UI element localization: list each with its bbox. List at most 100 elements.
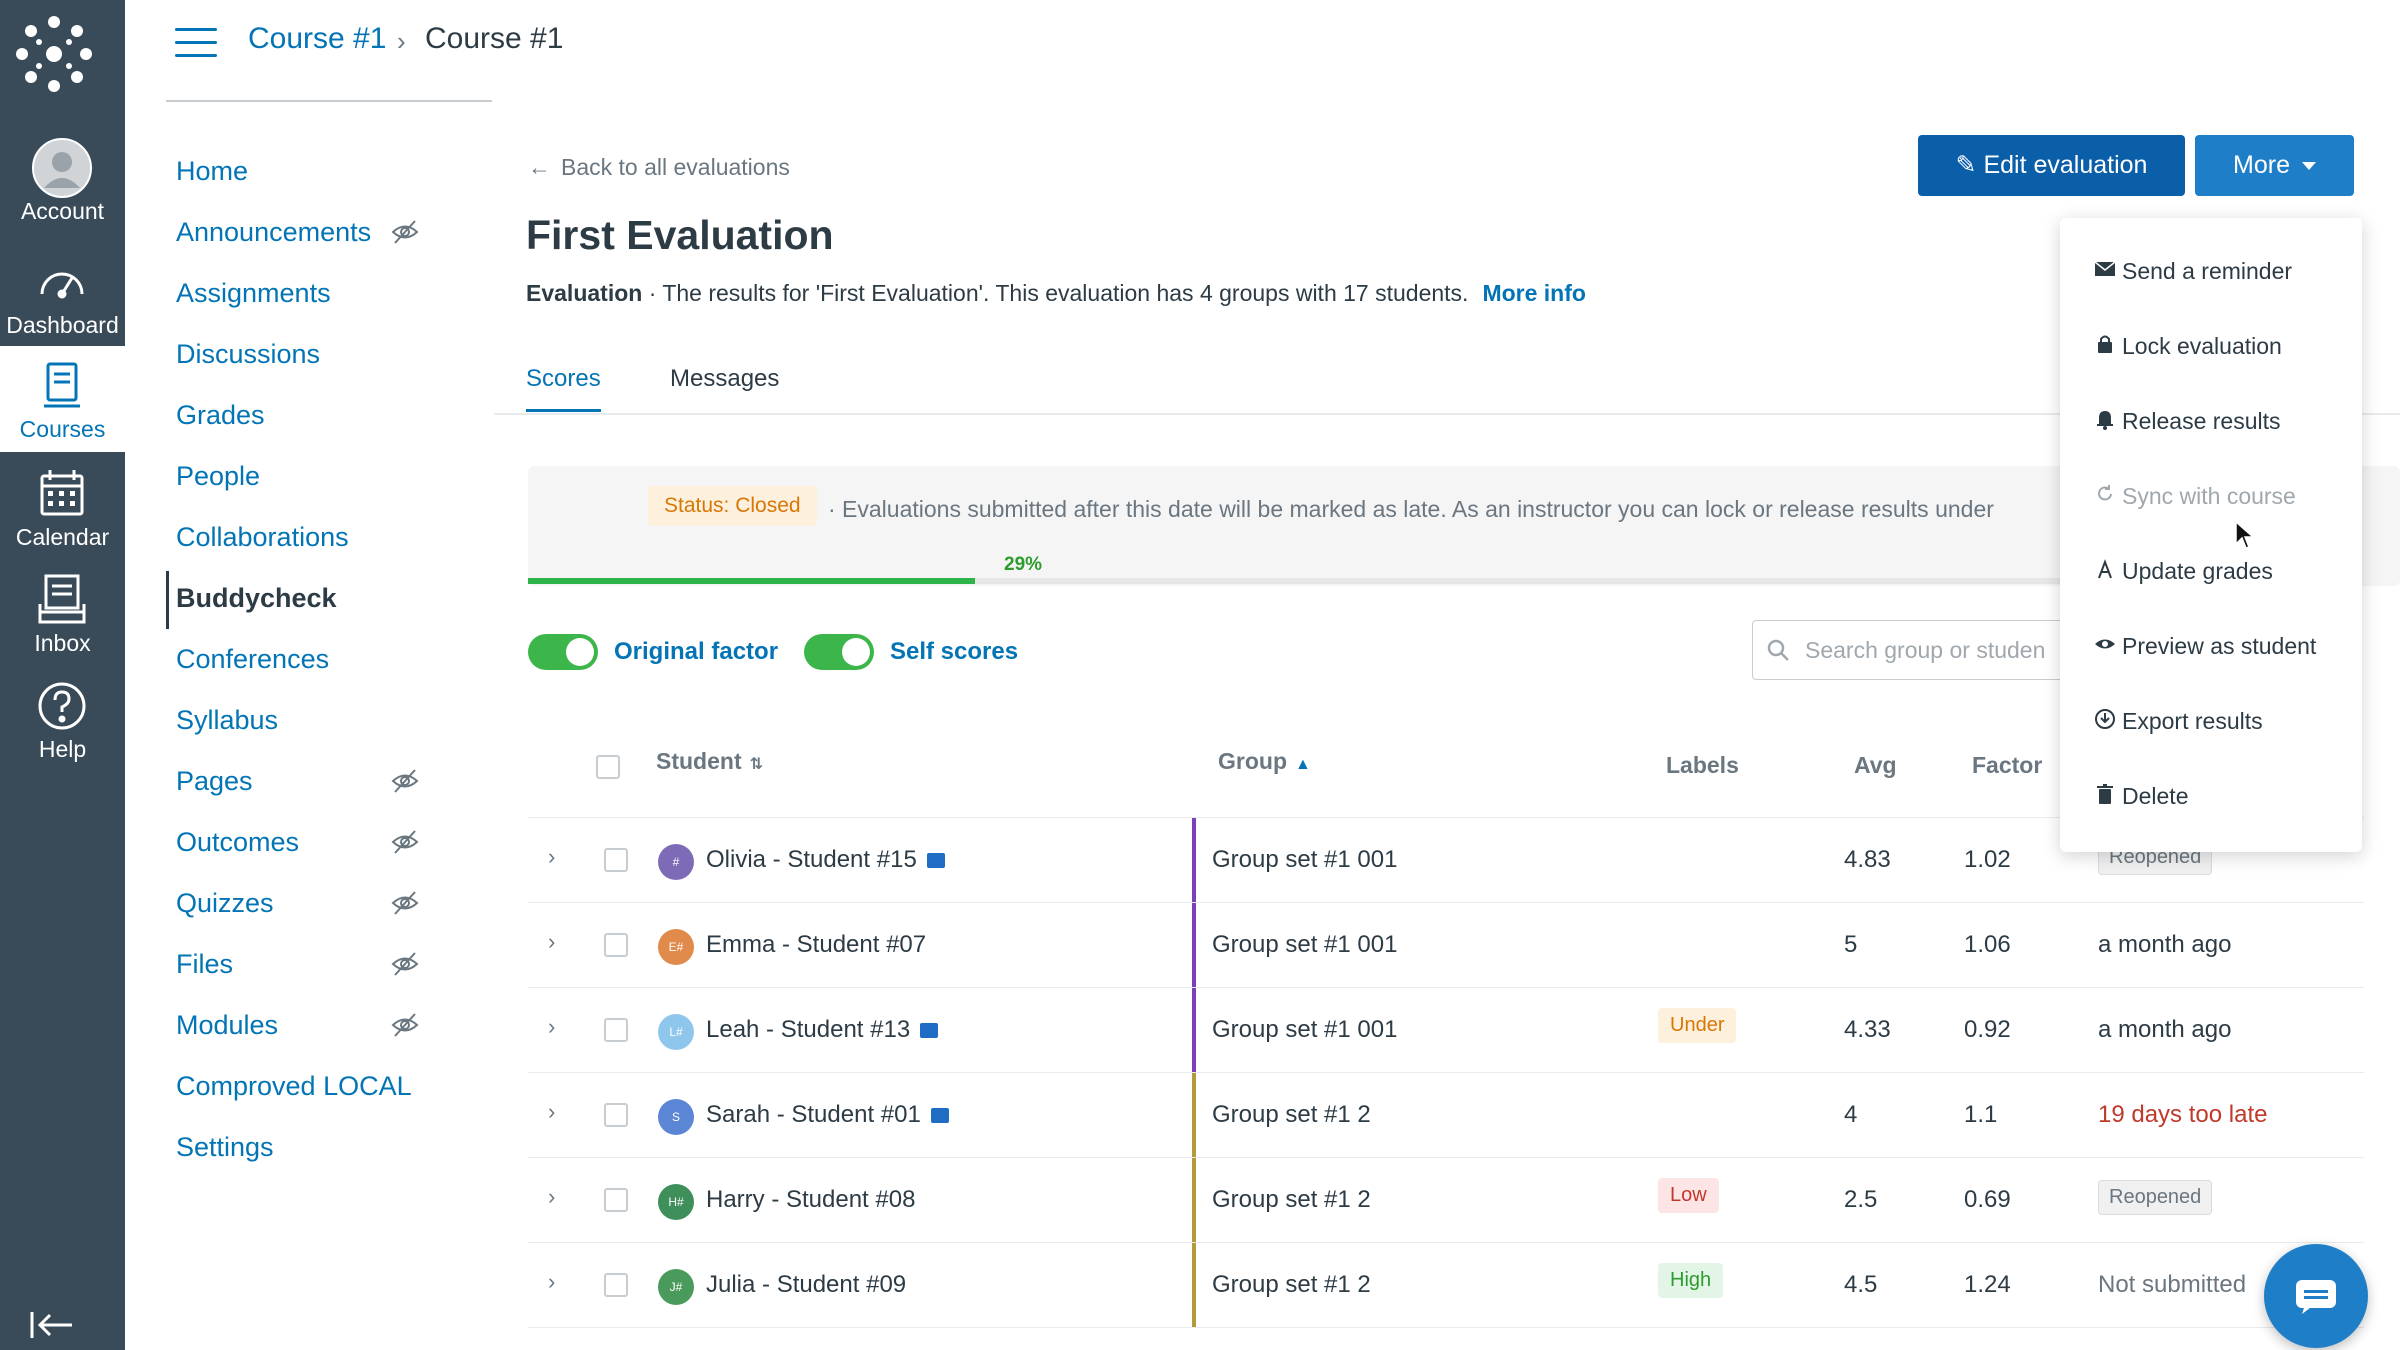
course-nav-label: Settings [176, 1132, 274, 1162]
expand-chevron-icon[interactable]: › [548, 1184, 555, 1210]
progress-track [528, 578, 2068, 584]
breadcrumb-course[interactable]: Course #1 [248, 22, 386, 56]
row-checkbox[interactable] [604, 848, 628, 872]
course-nav-quizzes[interactable]: Quizzes [166, 882, 466, 928]
submission-status: Reopened [2098, 1180, 2213, 1215]
student-name[interactable]: Julia - Student #09 [706, 1271, 906, 1299]
back-to-evaluations-link[interactable]: ← Back to all evaluations [528, 154, 790, 181]
chat-button[interactable] [2264, 1244, 2368, 1348]
global-nav-help[interactable]: Help [0, 666, 125, 772]
tab-messages[interactable]: Messages [670, 365, 779, 409]
course-nav-collaborations[interactable]: Collaborations [166, 516, 466, 562]
course-nav-label: Grades [176, 400, 265, 430]
student-name[interactable]: Sarah - Student #01 [706, 1101, 949, 1129]
more-button[interactable]: More [2195, 135, 2354, 196]
row-checkbox[interactable] [604, 1018, 628, 1042]
menu-item-preview-as-student[interactable]: Preview as student [2094, 629, 2354, 669]
hidden-eye-icon [391, 830, 419, 854]
menu-item-lock-evaluation[interactable]: Lock evaluation [2094, 329, 2354, 369]
student-name[interactable]: Emma - Student #07 [706, 931, 926, 959]
factor-score: 1.02 [1964, 846, 2011, 873]
course-nav-people[interactable]: People [166, 455, 466, 501]
column-header-factor[interactable]: Factor [1972, 752, 2042, 779]
evaluation-description: Evaluation · The results for 'First Eval… [526, 280, 1586, 307]
table-row[interactable]: › J# Julia - Student #09 Group set #1 2 High… [528, 1243, 2364, 1328]
global-nav-dashboard[interactable]: Dashboard [0, 242, 125, 348]
inbox-icon [38, 574, 86, 624]
course-nav-label: Home [176, 156, 249, 186]
column-header-avg[interactable]: Avg [1854, 752, 1897, 779]
tab-scores[interactable]: Scores [526, 365, 601, 412]
avatar: J# [658, 1269, 694, 1305]
expand-chevron-icon[interactable]: › [548, 1014, 555, 1040]
course-nav-grades[interactable]: Grades [166, 394, 466, 440]
message-icon[interactable] [926, 853, 945, 869]
expand-chevron-icon[interactable]: › [548, 1269, 555, 1295]
submission-status: a month ago [2098, 1016, 2232, 1043]
student-name[interactable]: Harry - Student #08 [706, 1186, 915, 1214]
course-nav-assignments[interactable]: Assignments [166, 272, 466, 318]
global-nav-courses[interactable]: Courses [0, 346, 125, 452]
export-icon [2095, 709, 2115, 729]
menu-item-label: Delete [2122, 783, 2189, 809]
table-row[interactable]: › E# Emma - Student #07 Group set #1 001 5 1.… [528, 903, 2364, 988]
course-nav-modules[interactable]: Modules [166, 1004, 466, 1050]
collapse-nav-icon[interactable] [28, 1308, 76, 1342]
menu-item-label: Sync with course [2122, 483, 2296, 509]
global-nav-inbox[interactable]: Inbox [0, 560, 125, 666]
edit-evaluation-button[interactable]: ✎ Edit evaluation [1918, 135, 2185, 196]
message-icon[interactable] [930, 1108, 949, 1124]
row-checkbox[interactable] [604, 1273, 628, 1297]
expand-chevron-icon[interactable]: › [548, 1099, 555, 1125]
courses-icon [44, 362, 80, 408]
student-name[interactable]: Olivia - Student #15 [706, 846, 945, 874]
avg-score: 4.83 [1844, 846, 1891, 873]
global-nav-calendar[interactable]: Calendar [0, 454, 125, 560]
menu-item-send-reminder[interactable]: Send a reminder [2094, 254, 2354, 294]
course-nav-home[interactable]: Home [166, 150, 466, 196]
table-row[interactable]: › S Sarah - Student #01 Group set #1 2 4 1.1 1… [528, 1073, 2364, 1158]
select-all-checkbox[interactable] [596, 755, 620, 779]
course-menu-toggle[interactable] [175, 28, 217, 58]
hidden-eye-icon [391, 952, 419, 976]
group-color-bar [1192, 1243, 1196, 1328]
menu-item-export-results[interactable]: Export results [2094, 704, 2354, 744]
course-nav-announcements[interactable]: Announcements [166, 211, 466, 257]
table-row[interactable]: › H# Harry - Student #08 Group set #1 2 Low 2… [528, 1158, 2364, 1243]
original-factor-toggle[interactable] [528, 634, 598, 670]
column-header-student[interactable]: Student ⇅ [656, 748, 763, 775]
course-nav-pages[interactable]: Pages [166, 760, 466, 806]
group-name: Group set #1 001 [1212, 846, 1398, 873]
row-checkbox[interactable] [604, 933, 628, 957]
menu-item-delete[interactable]: Delete [2094, 779, 2354, 819]
more-info-link[interactable]: More info [1482, 280, 1586, 306]
course-nav-syllabus[interactable]: Syllabus [166, 699, 466, 745]
course-nav-discussions[interactable]: Discussions [166, 333, 466, 379]
self-scores-toggle[interactable] [804, 634, 874, 670]
course-nav-files[interactable]: Files [166, 943, 466, 989]
course-nav-buddycheck[interactable]: Buddycheck [166, 571, 466, 629]
row-checkbox[interactable] [604, 1103, 628, 1127]
course-nav-outcomes[interactable]: Outcomes [166, 821, 466, 867]
menu-item-update-grades[interactable]: Update grades [2094, 554, 2354, 594]
expand-chevron-icon[interactable]: › [548, 929, 555, 955]
score-label-badge: High [1658, 1263, 1724, 1298]
course-nav-conferences[interactable]: Conferences [166, 638, 466, 684]
factor-score: 1.1 [1964, 1101, 1998, 1128]
course-nav-comproved-local[interactable]: Comproved LOCAL [166, 1065, 466, 1111]
course-nav-label: Collaborations [176, 522, 349, 552]
message-icon[interactable] [920, 1023, 939, 1039]
group-name: Group set #1 001 [1212, 1016, 1398, 1043]
course-nav-settings[interactable]: Settings [166, 1126, 466, 1172]
row-checkbox[interactable] [604, 1188, 628, 1212]
menu-item-release-results[interactable]: Release results [2094, 404, 2354, 444]
column-header-group[interactable]: Group ▲ [1218, 748, 1311, 775]
global-nav: Account Dashboard Courses Calendar Inbox… [0, 0, 125, 1350]
global-nav-account[interactable]: Account [0, 128, 125, 234]
table-row[interactable]: › L# Leah - Student #13 Group set #1 001 Und… [528, 988, 2364, 1073]
canvas-logo-icon[interactable] [14, 14, 94, 94]
student-name-text: Emma - Student #07 [706, 931, 927, 958]
menu-item-sync-with-course[interactable]: Sync with course [2094, 479, 2354, 519]
student-name[interactable]: Leah - Student #13 [706, 1016, 939, 1044]
expand-chevron-icon[interactable]: › [548, 844, 555, 870]
